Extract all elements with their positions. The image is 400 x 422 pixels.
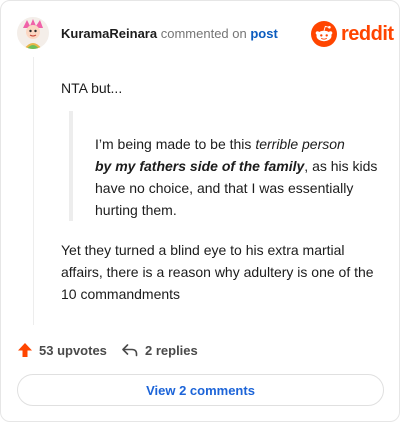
comment-intro: NTA but... (61, 80, 123, 96)
comment-body: NTA but... (61, 77, 381, 99)
comment-embed-card: KuramaReinara commented on post reddit N… (0, 0, 400, 422)
comment-blockquote: I’m being made to be this terrible perso… (69, 111, 381, 221)
quote-bold-italic: by my fathers side of the family (95, 158, 305, 174)
upvote-arrow-icon (18, 343, 32, 357)
thread-line (33, 57, 34, 325)
comment-actions: 53 upvotes 2 replies (17, 339, 385, 361)
quote-part1: I’m being made to be this (95, 136, 256, 152)
avatar[interactable] (17, 17, 49, 49)
reddit-brand[interactable]: reddit (311, 21, 394, 47)
quote-italic: terrible person (255, 136, 345, 152)
reddit-wordmark: reddit (341, 23, 394, 45)
reply-arrow-icon (122, 344, 138, 357)
replies-button[interactable]: 2 replies (121, 339, 198, 361)
upvote-button[interactable]: 53 upvotes (17, 339, 107, 361)
post-link[interactable]: post (250, 26, 277, 41)
commented-on-text: commented on (160, 26, 247, 41)
avatar-image (17, 17, 49, 49)
upvote-count: 53 upvotes (39, 342, 107, 358)
blockquote-text: I’m being made to be this terrible perso… (95, 133, 385, 221)
username[interactable]: KuramaReinara (61, 26, 157, 41)
view-comments-label: View 2 comments (146, 382, 255, 398)
reply-count: 2 replies (145, 342, 198, 358)
comment-meta: KuramaReinara commented on post (61, 26, 278, 42)
view-comments-button[interactable]: View 2 comments (17, 374, 384, 406)
reddit-snoo-icon (311, 21, 337, 47)
comment-header: KuramaReinara commented on post reddit (17, 17, 394, 49)
comment-paragraph: Yet they turned a blind eye to his extra… (61, 242, 374, 302)
